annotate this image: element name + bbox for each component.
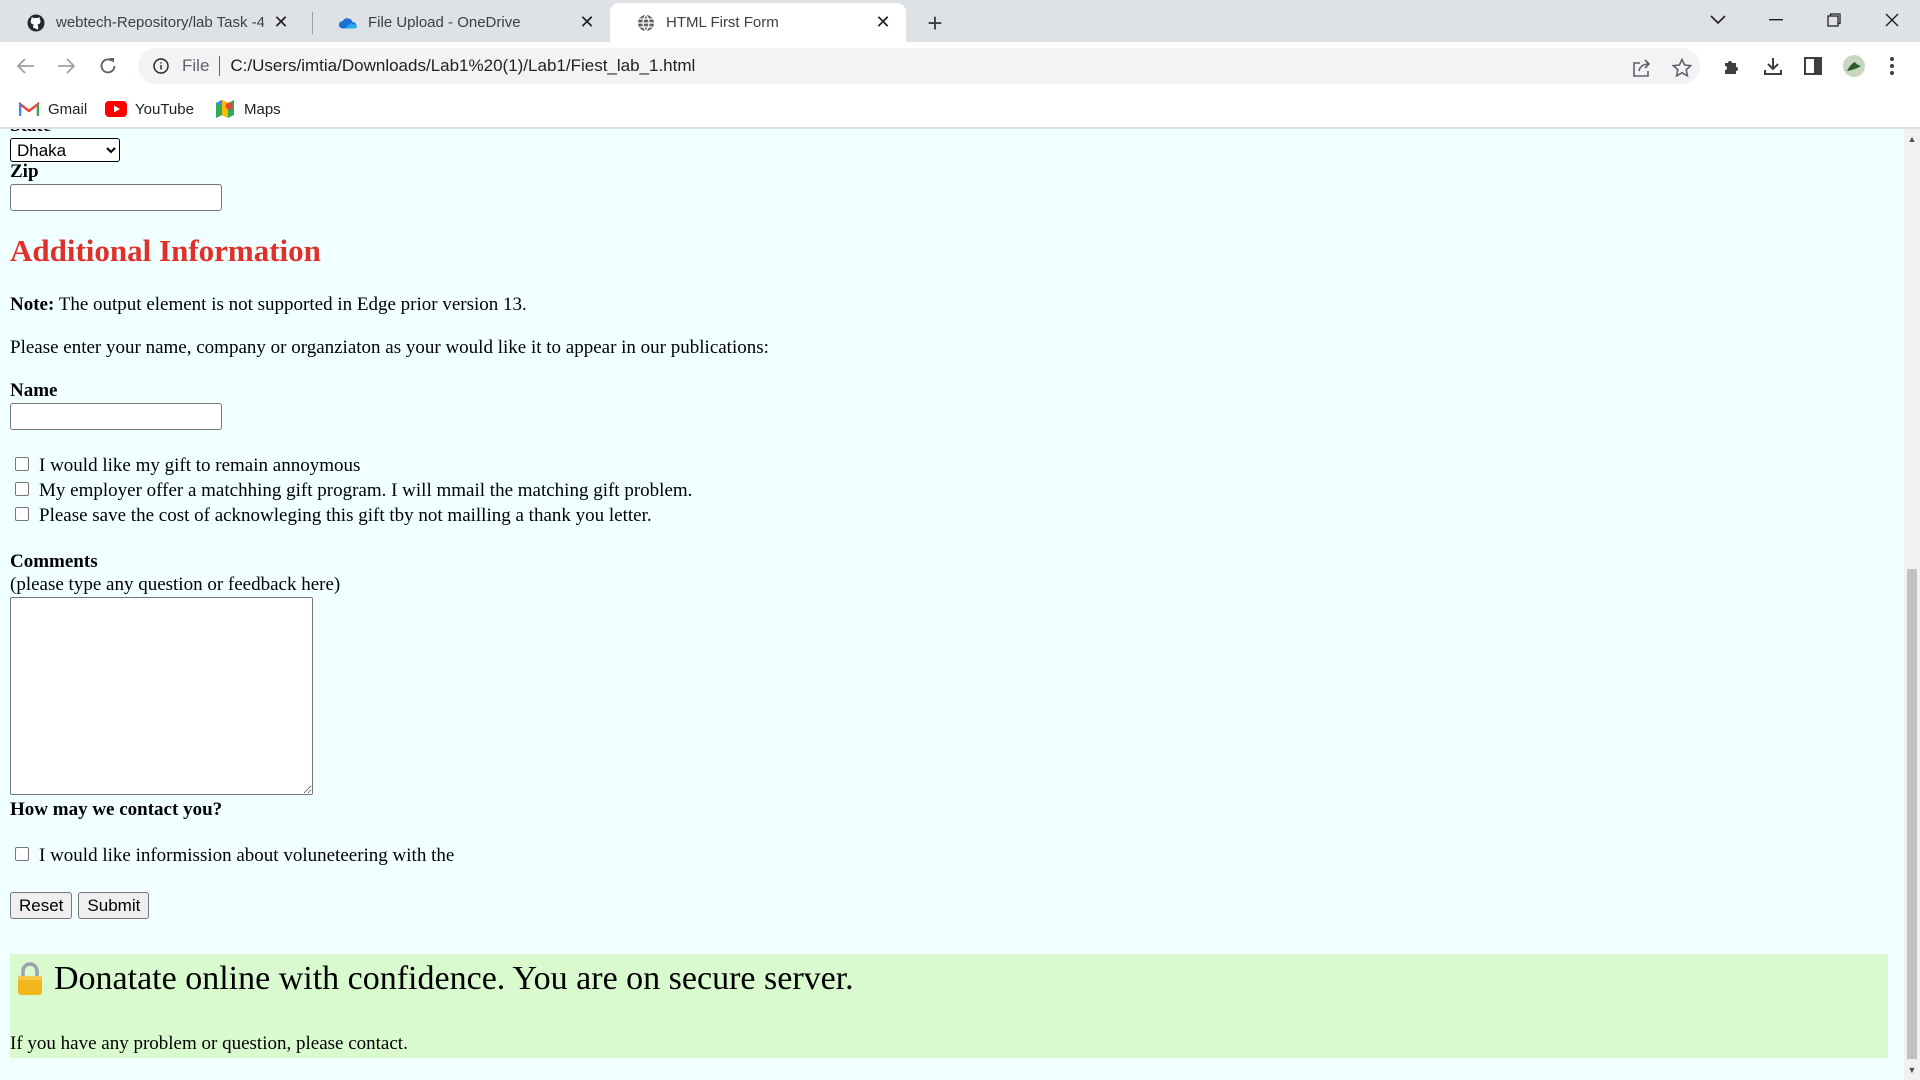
bookmark-label: YouTube: [135, 100, 194, 118]
checkbox-label: I would like informission about volunete…: [39, 845, 455, 866]
close-tab-icon[interactable]: ✕: [270, 12, 292, 34]
note-paragraph: Note: The output element is not supporte…: [10, 294, 527, 316]
globe-icon: [636, 13, 656, 33]
address-bar[interactable]: File C:/Users/imtia/Downloads/Lab1%20(1)…: [138, 48, 1700, 84]
extensions-icon[interactable]: [1718, 54, 1746, 78]
state-select[interactable]: Dhaka: [10, 138, 120, 162]
gmail-icon: [18, 100, 40, 118]
youtube-icon: [105, 100, 127, 118]
zip-input[interactable]: [10, 184, 222, 211]
anonymous-checkbox[interactable]: [15, 457, 29, 471]
close-tab-icon[interactable]: ✕: [872, 12, 894, 34]
bookmark-gmail[interactable]: Gmail: [18, 96, 87, 122]
browser-toolbar: File C:/Users/imtia/Downloads/Lab1%20(1)…: [0, 42, 1920, 90]
reset-button[interactable]: Reset: [10, 892, 73, 919]
restore-button[interactable]: [1810, 0, 1858, 40]
url-text[interactable]: C:/Users/imtia/Downloads/Lab1%20(1)/Lab1…: [230, 56, 1700, 76]
note-text: The output element is not supported in E…: [54, 294, 527, 315]
checkbox-row-no-thank-you: Please save the cost of acknowleging thi…: [10, 505, 652, 527]
bookmark-star-icon[interactable]: [1669, 56, 1695, 80]
bookmark-youtube[interactable]: YouTube: [105, 96, 194, 122]
name-input[interactable]: [10, 403, 222, 430]
checkbox-label: Please save the cost of acknowleging thi…: [39, 505, 652, 526]
tab-strip: webtech-Repository/lab Task -4 a ✕ File …: [0, 0, 1920, 42]
github-icon: [26, 13, 46, 33]
no-thank-you-checkbox[interactable]: [15, 507, 29, 521]
contact-label: How may we contact you?: [10, 799, 223, 820]
additional-information-heading: Additional Information: [10, 233, 321, 268]
zip-label: Zip: [10, 161, 39, 182]
bookmarks-bar: Gmail YouTube Maps: [0, 90, 1920, 128]
back-button[interactable]: [10, 50, 42, 82]
side-panel-icon[interactable]: [1799, 54, 1827, 78]
menu-kebab-icon[interactable]: [1878, 54, 1906, 78]
close-tab-icon[interactable]: ✕: [576, 12, 598, 34]
checkbox-row-matching-gift: My employer offer a matchhing gift progr…: [10, 480, 692, 502]
tab-title: webtech-Repository/lab Task -4 a: [56, 14, 264, 31]
minimize-button[interactable]: [1752, 0, 1800, 40]
tab-title: HTML First Form: [666, 14, 779, 31]
secure-banner: Donatate online with confidence. You are…: [10, 954, 1888, 1058]
download-icon[interactable]: [1759, 54, 1787, 78]
note-bold-label: Note:: [10, 294, 55, 315]
matching-gift-checkbox[interactable]: [15, 482, 29, 496]
bookmark-maps[interactable]: Maps: [214, 96, 281, 122]
tab-title: File Upload - OneDrive: [368, 14, 521, 31]
share-icon[interactable]: [1629, 56, 1655, 80]
secure-headline-row: Donatate online with confidence. You are…: [16, 960, 854, 998]
url-divider: [219, 56, 221, 76]
reload-button[interactable]: [92, 50, 124, 82]
close-window-button[interactable]: [1868, 0, 1916, 40]
checkbox-row-anonymous: I would like my gift to remain annoymous: [10, 455, 360, 477]
comments-label: Comments: [10, 551, 98, 572]
comments-hint: (please type any question or feedback he…: [10, 574, 341, 595]
bookmark-label: Gmail: [48, 100, 88, 118]
submit-button[interactable]: Submit: [78, 892, 150, 919]
volunteer-checkbox[interactable]: [15, 847, 29, 861]
scroll-down-arrow-icon[interactable]: ▼: [1904, 1062, 1920, 1078]
onedrive-icon: [338, 13, 358, 33]
profile-avatar-icon[interactable]: [1840, 54, 1868, 78]
instruction-text: Please enter your name, company or organ…: [10, 337, 769, 358]
page-scrollbar[interactable]: ▲ ▼: [1904, 129, 1920, 1080]
checkbox-label: I would like my gift to remain annoymous: [39, 455, 361, 476]
state-label: State: [10, 129, 51, 137]
checkbox-row-volunteer: I would like informission about volunete…: [10, 845, 454, 867]
secure-footer-text: If you have any problem or question, ple…: [10, 1033, 408, 1054]
tab-html-first-form[interactable]: HTML First Form ✕: [610, 3, 906, 42]
tab-search-icon[interactable]: [1694, 0, 1742, 40]
maps-icon: [214, 100, 236, 118]
forward-button[interactable]: [50, 50, 82, 82]
tab-webtech-repository[interactable]: webtech-Repository/lab Task -4 a ✕: [0, 3, 304, 42]
url-scheme-label: File: [182, 56, 210, 75]
scrollbar-thumb[interactable]: [1907, 569, 1917, 1059]
scroll-up-arrow-icon[interactable]: ▲: [1904, 131, 1920, 147]
comments-textarea[interactable]: [10, 597, 313, 795]
page-viewport: State Dhaka Zip Additional Information N…: [0, 129, 1904, 1080]
new-tab-button[interactable]: +: [918, 6, 952, 40]
bookmark-label: Maps: [244, 100, 281, 118]
tab-file-upload-onedrive[interactable]: File Upload - OneDrive ✕: [312, 3, 610, 42]
name-label: Name: [10, 380, 58, 401]
checkbox-label: My employer offer a matchhing gift progr…: [39, 480, 693, 501]
info-icon[interactable]: [150, 55, 172, 77]
lock-icon: [16, 962, 44, 996]
secure-headline: Donatate online with confidence. You are…: [54, 960, 854, 997]
